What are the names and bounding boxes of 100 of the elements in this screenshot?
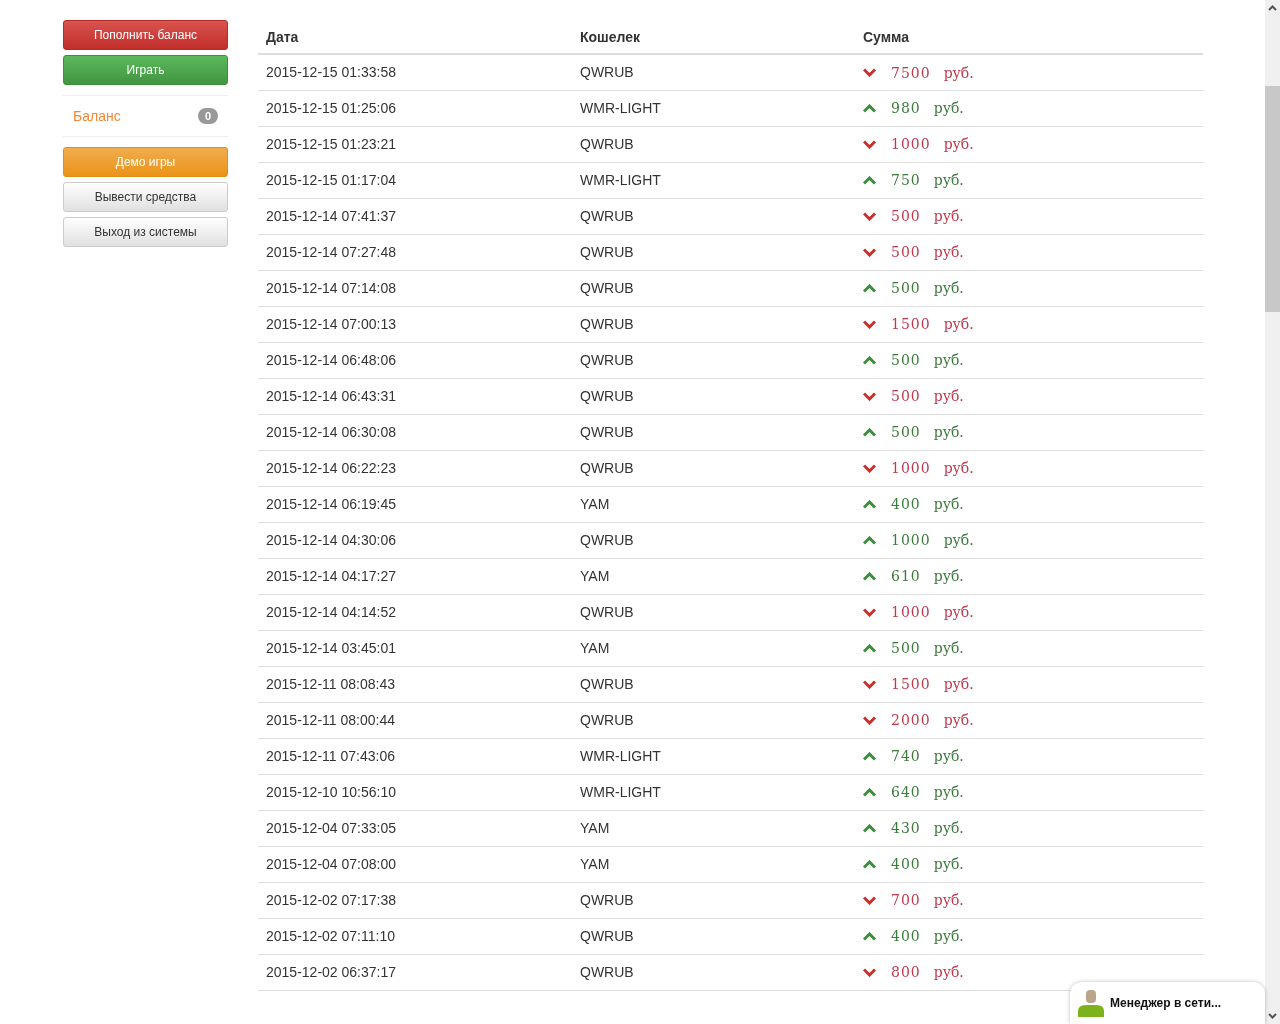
date-cell: 2015-12-14 03:45:01 [266,640,396,656]
amount-text: 640 [891,784,921,801]
date-cell: 2015-12-04 07:08:00 [266,856,396,872]
currency-text: руб. [933,928,964,945]
amount-text: 1000 [891,136,931,153]
currency-text: руб. [933,640,964,657]
date-cell: 2015-12-14 07:41:37 [266,208,396,224]
amount-text: 1000 [891,460,931,477]
currency-text: руб. [933,172,964,189]
currency-text: руб. [933,748,964,765]
amount-text: 400 [891,928,921,945]
wallet-cell: QWRUB [580,316,634,332]
balance-badge: 0 [197,108,218,124]
wallet-cell: QWRUB [580,352,634,368]
currency-text: руб. [933,208,964,225]
wallet-cell: WMR-LIGHT [580,172,661,188]
amount-text: 1500 [891,676,931,693]
amount-text: 500 [891,244,921,261]
date-cell: 2015-12-14 07:00:13 [266,316,396,332]
wallet-cell: QWRUB [580,388,634,404]
currency-text: руб. [943,64,974,81]
amount-text: 800 [891,964,921,981]
amount-text: 430 [891,820,921,837]
amount-text: 7500 [891,64,931,81]
wallet-cell: YAM [580,640,610,656]
wallet-cell: QWRUB [580,64,634,81]
amount-text: 610 [891,568,921,585]
person-icon [1078,989,1104,1017]
wallet-cell: QWRUB [580,604,634,620]
date-cell: 2015-12-04 07:33:05 [266,820,396,836]
amount-text: 500 [891,352,921,369]
sidebar-button[interactable]: Выход из системы [63,217,228,247]
scroll-down-icon[interactable] [1268,1013,1277,1019]
wallet-cell: YAM [580,820,610,836]
amount-text: 740 [891,748,921,765]
column-header: Кошелек [572,20,855,54]
amount-text: 400 [891,496,921,513]
wallet-cell: QWRUB [580,928,634,944]
wallet-cell: QWRUB [580,280,634,296]
amount-text: 2000 [891,712,931,729]
sidebar-button[interactable]: Вывести средства [63,182,228,212]
wallet-cell: QWRUB [580,460,634,476]
amount-text: 500 [891,424,921,441]
scrollbar-thumb[interactable] [1265,86,1280,312]
date-cell: 2015-12-14 06:19:45 [266,496,396,512]
currency-text: руб. [933,856,964,873]
currency-text: руб. [943,532,974,549]
currency-text: руб. [943,676,974,693]
amount-text: 700 [891,892,921,909]
date-cell: 2015-12-14 04:30:06 [266,532,396,548]
wallet-cell: WMR-LIGHT [580,748,661,764]
wallet-cell: YAM [580,496,610,512]
wallet-cell: WMR-LIGHT [580,100,661,116]
currency-text: руб. [933,424,964,441]
date-cell: 2015-12-14 06:43:31 [266,388,396,404]
chat-widget[interactable]: Менеджер в сети... [1070,982,1265,1024]
wallet-cell: WMR-LIGHT [580,784,661,800]
currency-text: руб. [943,712,974,729]
currency-text: руб. [933,388,964,405]
currency-text: руб. [943,460,974,477]
currency-text: руб. [943,604,974,621]
date-cell: 2015-12-14 06:22:23 [266,460,396,476]
wallet-cell: QWRUB [580,892,634,908]
date-cell: 2015-12-14 04:17:27 [266,568,396,584]
wallet-cell: YAM [580,568,610,584]
currency-text: руб. [933,784,964,801]
currency-text: руб. [933,964,964,981]
amount-text: 400 [891,856,921,873]
date-cell: 2015-12-14 06:48:06 [266,352,396,368]
currency-text: руб. [933,496,964,513]
amount-text: 1000 [891,532,931,549]
date-cell: 2015-12-15 01:33:58 [266,64,396,81]
currency-text: руб. [943,316,974,333]
scroll-up-icon[interactable] [1268,5,1277,11]
balance-link[interactable]: Баланс [73,108,121,124]
wallet-cell: YAM [580,856,610,872]
amount-text: 1000 [891,604,931,621]
amount-text: 500 [891,280,921,297]
amount-text: 500 [891,208,921,225]
wallet-cell: QWRUB [580,964,634,980]
amount-text: 500 [891,388,921,405]
date-cell: 2015-12-15 01:17:04 [266,172,396,188]
sidebar-button[interactable]: Пополнить баланс [63,20,228,50]
date-cell: 2015-12-14 06:30:08 [266,424,396,440]
wallet-cell: QWRUB [580,532,634,548]
scrollbar[interactable] [1265,0,1280,1024]
column-header: Дата [258,20,572,54]
currency-text: руб. [933,280,964,297]
currency-text: руб. [933,892,964,909]
currency-text: руб. [933,100,964,117]
wallet-cell: QWRUB [580,136,634,152]
date-cell: 2015-12-02 06:37:17 [266,964,396,980]
date-cell: 2015-12-15 01:23:21 [266,136,396,152]
wallet-cell: QWRUB [580,244,634,260]
currency-text: руб. [943,136,974,153]
wallet-cell: QWRUB [580,208,634,224]
date-cell: 2015-12-14 07:27:48 [266,244,396,260]
date-cell: 2015-12-11 07:43:06 [266,748,395,764]
sidebar-button[interactable]: Играть [63,55,228,85]
date-cell: 2015-12-02 07:17:38 [266,892,396,908]
